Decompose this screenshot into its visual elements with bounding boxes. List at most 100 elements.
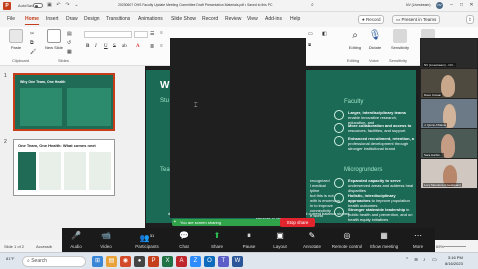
weather-widget[interactable]: 81°F <box>6 256 15 261</box>
share-button[interactable]: ⬆ Share <box>203 231 231 249</box>
pause-share-button[interactable]: ⏸ Pause <box>235 231 263 249</box>
participants-button[interactable]: 👥31 Participants <box>130 231 164 249</box>
tab-design[interactable]: Design <box>84 16 100 22</box>
chat-button[interactable]: 💬 Chat <box>170 231 198 249</box>
paste-button[interactable]: Paste <box>7 29 25 50</box>
participant-tile[interactable]: NV (Livestream) - CO... <box>420 38 478 69</box>
network-icon[interactable]: ≋ <box>414 257 418 263</box>
zoom-icon[interactable]: Z <box>190 256 201 267</box>
participant-tile[interactable]: Sara Harbin... <box>420 128 478 159</box>
app-icon[interactable]: ● <box>134 256 145 267</box>
tray-chevron-icon[interactable]: ⌃ <box>405 257 409 263</box>
annotate-button[interactable]: ✎ Annotate <box>298 231 326 249</box>
editing-button[interactable]: ⌕ Editing <box>344 29 366 50</box>
search-icon[interactable]: ⌕ <box>311 2 333 9</box>
autosave-toggle[interactable] <box>33 3 43 8</box>
zoom-level[interactable]: 69% <box>436 244 444 249</box>
strikethrough-button[interactable]: S <box>113 44 116 49</box>
windows-taskbar: 81°F ⌕ Search ⊞ ▤ ◉ ● P X A Z O T W ⌃ ≋ … <box>0 252 478 269</box>
tab-slide-show[interactable]: Slide Show <box>171 16 196 22</box>
recruitment-icon <box>334 136 344 146</box>
tab-help[interactable]: Help <box>290 16 300 22</box>
present-in-teams-button[interactable]: ▭ Present in Teams <box>392 15 441 24</box>
chrome-icon[interactable]: ◉ <box>120 256 131 267</box>
participant-tile[interactable]: Lucy Mendoza (Livestream) <box>420 158 478 189</box>
participant-tile[interactable]: J. Quinn-FMaine <box>420 98 478 129</box>
slide-thumbnail-1[interactable]: Why One Team, One Health <box>13 73 115 131</box>
tab-view[interactable]: View <box>247 16 258 22</box>
excel-icon[interactable]: X <box>162 256 173 267</box>
font-color-button[interactable]: A <box>136 44 140 49</box>
tab-animations[interactable]: Animations <box>138 16 163 22</box>
participant-tile[interactable]: Dave Cowan <box>420 68 478 99</box>
quick-styles-icon[interactable]: ◧ <box>322 31 327 37</box>
numbering-icon[interactable]: ≡ <box>160 31 163 36</box>
shapes-icon[interactable]: ▭ <box>308 31 313 37</box>
layout-icon[interactable]: ▤ <box>67 31 72 37</box>
customize-icon[interactable]: ⌄ <box>73 2 80 9</box>
file-explorer-icon[interactable]: ▤ <box>106 256 117 267</box>
bullets-icon[interactable]: ☰ <box>150 31 154 37</box>
accessibility-status[interactable]: Accessib <box>36 244 52 249</box>
system-clock[interactable]: 3:16 PM 8/16/2023 <box>445 255 463 267</box>
cut-icon[interactable]: ✂ <box>30 31 34 37</box>
font-name-select[interactable] <box>84 31 132 38</box>
acrobat-icon[interactable]: A <box>176 256 187 267</box>
editing-label: Editing <box>348 45 362 50</box>
minimize-icon[interactable]: – <box>447 1 456 10</box>
underline-button[interactable]: U <box>104 44 108 49</box>
font-size-select[interactable] <box>134 31 148 38</box>
dictate-button[interactable]: 🎙 Dictate <box>366 29 384 50</box>
tab-insert[interactable]: Insert <box>46 16 59 22</box>
close-icon[interactable]: ✕ <box>467 1 476 10</box>
section-icon[interactable]: ▦ <box>67 49 72 55</box>
redo-icon[interactable]: ↷ <box>64 2 71 9</box>
show-meeting-button[interactable]: ▦ Show meeting <box>366 231 402 249</box>
align-left-icon[interactable]: ≣ <box>150 44 154 50</box>
layout-button[interactable]: ▣ Layout <box>266 231 294 249</box>
reset-icon[interactable]: ↺ <box>67 40 71 46</box>
volume-icon[interactable]: ♪ <box>423 257 426 263</box>
sensitivity-label: Sensitivity <box>390 45 409 50</box>
slide-thumbnail-2[interactable]: One Team, One Health: What comes next <box>13 139 115 196</box>
slide-subheading: Tea <box>160 167 170 173</box>
outlook-icon[interactable]: O <box>204 256 215 267</box>
remote-control-button[interactable]: ◎ Remote control <box>328 231 366 249</box>
tab-record[interactable]: Record <box>202 16 218 22</box>
battery-icon[interactable]: ▭ <box>432 257 437 263</box>
save-icon[interactable]: ▣ <box>46 2 53 9</box>
copy-icon[interactable]: ⧉ <box>30 40 34 46</box>
new-slide-button[interactable]: New Slide <box>44 29 64 50</box>
taskbar-search-input[interactable]: ⌕ Search <box>22 256 86 267</box>
zoom-slider[interactable] <box>444 246 466 247</box>
word-icon[interactable]: W <box>232 256 243 267</box>
char-spacing-button[interactable]: ab <box>122 44 127 49</box>
tab-file[interactable]: File <box>7 16 15 22</box>
sensitivity-button[interactable]: Sensitivity <box>388 29 412 50</box>
tab-add-ins[interactable]: Add-ins <box>265 16 282 22</box>
tab-review[interactable]: Review <box>225 16 241 22</box>
teams-icon[interactable]: T <box>218 256 229 267</box>
participant-count: 31 <box>149 233 155 238</box>
format-painter-icon[interactable]: 🖌 <box>30 49 36 55</box>
audio-button[interactable]: 🎤 Audio <box>62 231 90 249</box>
record-button[interactable]: ● Record <box>358 15 385 24</box>
share-icon[interactable]: ⇪ <box>466 15 474 24</box>
tab-draw[interactable]: Draw <box>66 16 78 22</box>
tab-home[interactable]: Home <box>25 16 39 25</box>
arrange-icon[interactable]: ⧈ <box>308 42 311 48</box>
powerpoint-icon[interactable]: P <box>148 256 159 267</box>
maximize-icon[interactable]: □ <box>457 1 466 10</box>
user-name[interactable]: NV (Livestream) <box>406 3 431 7</box>
bold-button[interactable]: B <box>86 44 89 49</box>
avatar[interactable]: NV <box>436 2 443 9</box>
undo-icon[interactable]: ↶ <box>55 2 62 9</box>
align-center-icon[interactable]: ≡ <box>160 44 163 49</box>
slide-number: 1 <box>4 73 7 79</box>
windows-start-icon[interactable]: ⊞ <box>92 256 103 267</box>
italic-button[interactable]: I <box>95 44 97 49</box>
stop-share-button[interactable]: Stop share <box>280 218 315 227</box>
tab-transitions[interactable]: Transitions <box>106 16 130 22</box>
video-button[interactable]: 📹 Video <box>92 231 120 249</box>
more-button[interactable]: ⋯ More <box>404 231 432 249</box>
